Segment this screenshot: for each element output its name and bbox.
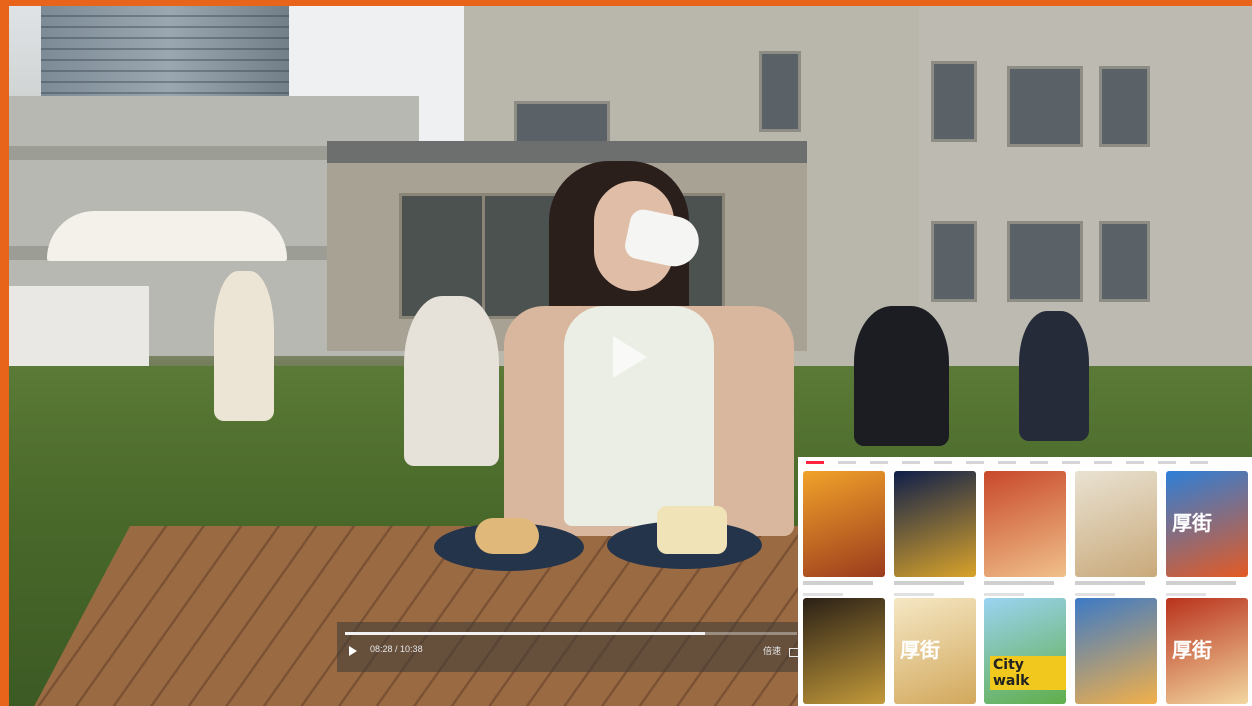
note-card[interactable]: 厚街	[1166, 598, 1248, 704]
note-meta	[1075, 593, 1115, 596]
note-card[interactable]: 厚街	[894, 598, 976, 704]
thumbnail-text: 厚街	[1172, 638, 1212, 662]
thumbnail-text: City walk	[990, 656, 1066, 690]
note-caption	[1075, 581, 1145, 585]
note-card[interactable]	[984, 471, 1066, 596]
note-meta	[894, 593, 934, 596]
note-meta	[984, 593, 1024, 596]
note-card[interactable]: 厚街	[1166, 471, 1248, 596]
current-time: 08:28	[370, 644, 393, 654]
note-card[interactable]	[1075, 471, 1157, 596]
note-thumbnail: 厚街	[1166, 471, 1248, 577]
note-thumbnail: 厚街	[1166, 598, 1248, 704]
note-thumbnail	[1075, 598, 1157, 704]
play-overlay-icon[interactable]	[613, 336, 647, 378]
control-bar: 08:28 / 10:38 倍速	[337, 622, 807, 672]
note-thumbnail	[803, 471, 885, 577]
note-caption	[894, 581, 964, 585]
cake	[657, 506, 727, 554]
thumbnail-text: 厚街	[1172, 511, 1212, 535]
note-meta	[1166, 593, 1206, 596]
note-card[interactable]	[803, 471, 885, 596]
note-caption	[984, 581, 1054, 585]
note-thumbnail	[803, 598, 885, 704]
white-umbrella	[47, 211, 287, 261]
time-display: 08:28 / 10:38	[370, 644, 423, 654]
overlay-nav	[798, 457, 1252, 467]
note-card[interactable]	[803, 598, 885, 704]
time-separator: /	[392, 644, 401, 654]
note-thumbnail	[1075, 471, 1157, 577]
note-caption	[803, 581, 873, 585]
note-thumbnail	[984, 471, 1066, 577]
thumbnail-text: 厚街	[900, 638, 940, 662]
bread	[475, 518, 539, 554]
white-banner	[9, 286, 149, 366]
note-card[interactable]: City walk	[984, 598, 1066, 704]
note-thumbnail: 厚街	[894, 598, 976, 704]
seated-man	[404, 296, 499, 466]
progress-fill	[345, 632, 706, 635]
right-building	[919, 6, 1252, 376]
note-card[interactable]	[894, 471, 976, 596]
seated-woman	[214, 271, 274, 421]
note-card[interactable]	[1075, 598, 1157, 704]
note-meta	[803, 593, 843, 596]
seated-man-right	[854, 306, 949, 446]
speed-button[interactable]: 倍速	[763, 644, 781, 657]
note-caption	[1166, 581, 1236, 585]
note-thumbnail	[894, 471, 976, 577]
play-icon[interactable]	[349, 646, 357, 656]
seated-woman-right	[1019, 311, 1089, 441]
progress-bar[interactable]	[345, 632, 797, 635]
note-grid-overlay: 厚街 厚街 City walk 厚街	[798, 457, 1252, 706]
duration: 10:38	[400, 644, 423, 654]
note-thumbnail: City walk	[984, 598, 1066, 704]
